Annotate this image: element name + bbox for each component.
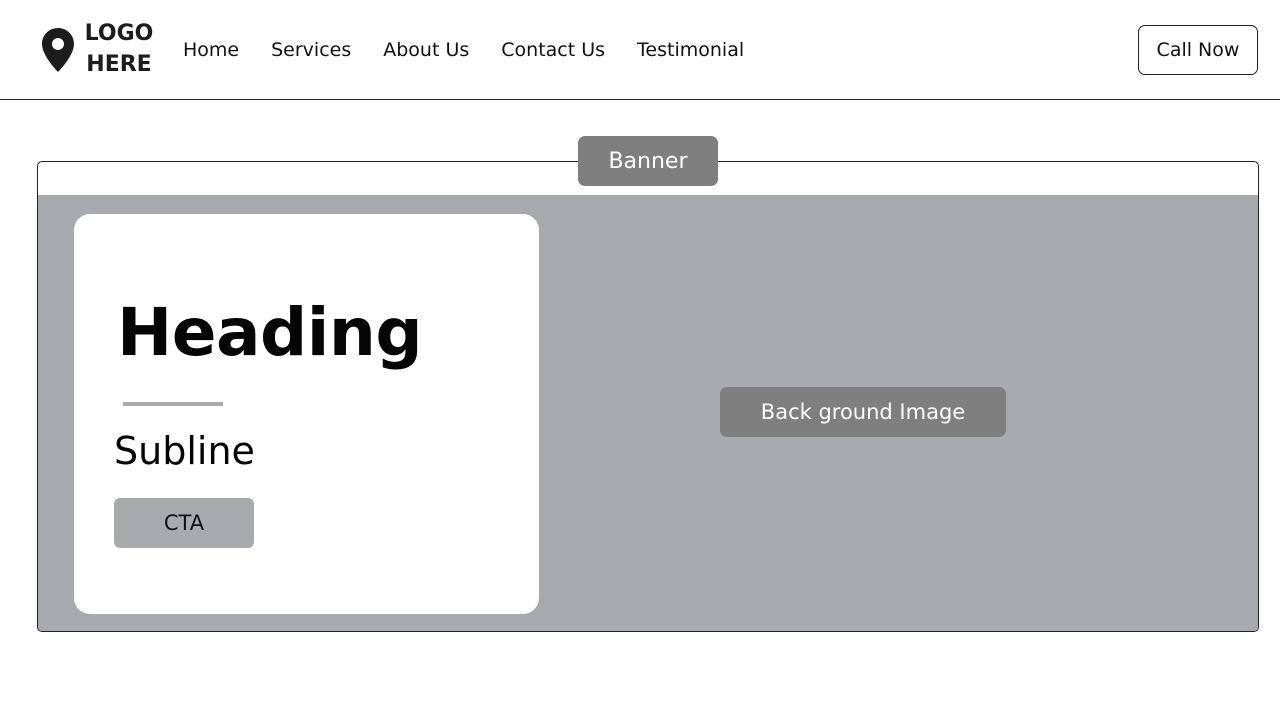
logo-line-1: LOGO — [84, 21, 154, 46]
main-nav: Home Services About Us Contact Us Testim… — [183, 36, 776, 64]
logo-line-2: HERE — [86, 52, 152, 77]
logo-text[interactable]: LOGO HERE — [80, 18, 158, 80]
banner-heading: Heading — [117, 294, 423, 371]
nav-services[interactable]: Services — [271, 36, 351, 64]
banner-card: Heading Subline CTA — [74, 214, 539, 614]
nav-contact-us[interactable]: Contact Us — [501, 36, 605, 64]
nav-about-us[interactable]: About Us — [383, 36, 469, 64]
map-pin-icon — [42, 28, 74, 72]
background-image-tag: Back ground Image — [720, 387, 1006, 437]
call-now-button[interactable]: Call Now — [1138, 25, 1258, 75]
nav-home[interactable]: Home — [183, 36, 239, 64]
banner-tag: Banner — [578, 136, 718, 186]
banner-subline: Subline — [114, 429, 255, 473]
nav-testimonial[interactable]: Testimonial — [637, 36, 744, 64]
site-header: LOGO HERE Home Services About Us Contact… — [0, 0, 1280, 100]
cta-button[interactable]: CTA — [114, 498, 254, 548]
heading-divider — [123, 402, 223, 406]
